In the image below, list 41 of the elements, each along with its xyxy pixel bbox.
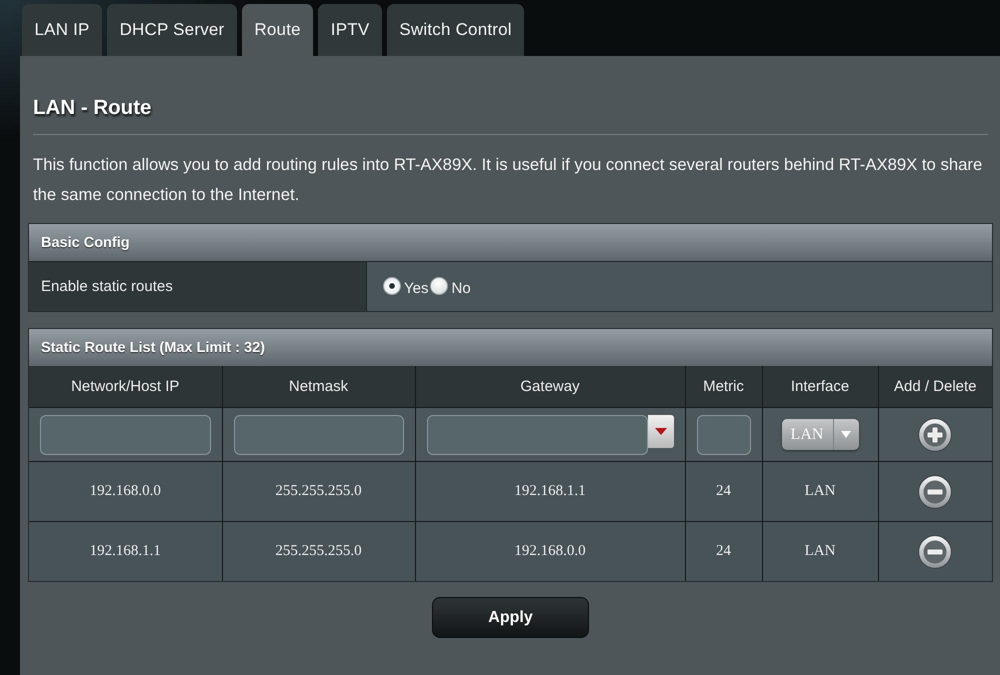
table-cell: 192.168.1.1 [415, 462, 685, 522]
column-header: Netmask [222, 366, 415, 408]
input-field[interactable] [426, 414, 648, 454]
input-field[interactable] [696, 414, 750, 454]
input-field[interactable] [234, 414, 404, 454]
caret-icon [841, 431, 851, 438]
table-cell: 24 [685, 462, 762, 522]
column-header: Network/Host IP [29, 366, 222, 408]
minus-circle-icon[interactable] [918, 474, 952, 508]
section-title: Static Route List (Max Limit : 32) [29, 329, 992, 366]
table-cell: 24 [685, 522, 762, 581]
table-cell: 255.255.255.0 [222, 462, 415, 522]
table-cell: 255.255.255.0 [222, 522, 415, 581]
radio-option[interactable]: No [430, 276, 471, 296]
tab[interactable]: IPTV [318, 4, 382, 56]
table-cell: LAN [762, 522, 878, 581]
plus-circle-icon[interactable] [918, 418, 952, 452]
input-field[interactable] [40, 414, 210, 454]
setting-label: Enable static routes [29, 262, 367, 311]
dropdown-button[interactable] [648, 414, 674, 448]
radio-option[interactable]: Yes [383, 276, 428, 296]
tab[interactable]: DHCP Server [107, 4, 237, 56]
section-title: Basic Config [29, 224, 992, 261]
column-header: Gateway [415, 366, 685, 408]
minus-circle-icon[interactable] [918, 534, 952, 568]
apply-button[interactable]: Apply [432, 597, 589, 638]
radio-icon[interactable] [383, 277, 401, 295]
radio-icon[interactable] [430, 277, 448, 295]
tab[interactable]: LAN IP [22, 4, 102, 56]
column-header: Metric [685, 366, 762, 408]
page-title: LAN - Route [33, 96, 152, 120]
table-cell: 192.168.1.1 [29, 522, 222, 581]
tab[interactable]: Route [242, 4, 314, 56]
table-cell: LAN [762, 462, 878, 522]
table-cell: 192.168.0.0 [29, 462, 222, 522]
table-cell: 192.168.0.0 [415, 522, 685, 581]
tab[interactable]: Switch Control [386, 4, 524, 56]
description-text: This function allows you to add routing rules into RT-AX89X. It is useful if you connect several routers behind RT-AX89X to share the same connection to the Internet. [33, 154, 984, 206]
column-header: Add / Delete [878, 366, 992, 408]
column-header: Interface [762, 366, 878, 408]
caret-icon [654, 428, 666, 434]
